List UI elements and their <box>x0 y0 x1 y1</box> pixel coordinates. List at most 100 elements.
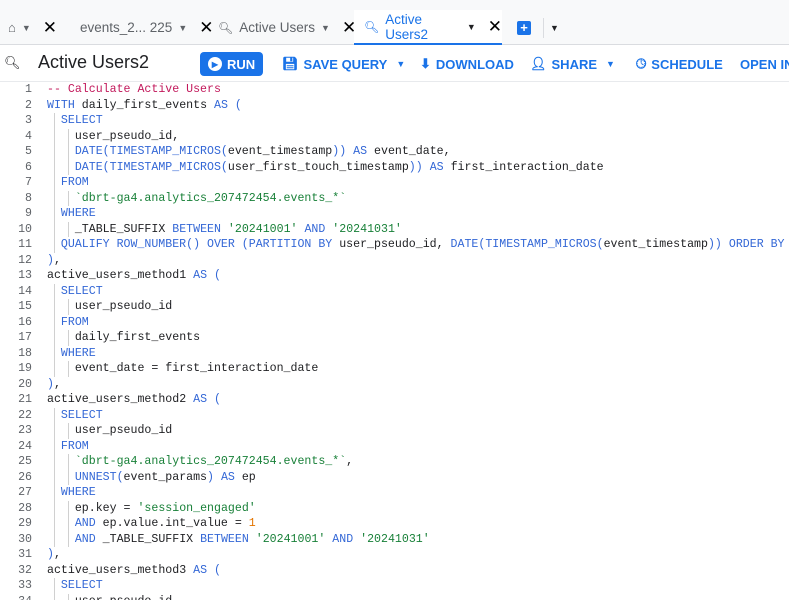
chevron-down-icon[interactable]: ▼ <box>550 23 559 33</box>
identifier-token: user_pseudo_id <box>74 300 173 313</box>
code-text: WITH daily_first_events AS ( <box>47 98 242 114</box>
code-line[interactable]: 14 SELECT <box>0 283 789 299</box>
line-number: 24 <box>18 439 32 453</box>
code-line[interactable]: 20), <box>0 377 789 393</box>
code-line[interactable]: 8 `dbrt-ga4.analytics_207472454.events_*` <box>0 190 789 206</box>
keyword-token: ) <box>207 470 214 484</box>
code-text: ), <box>47 253 61 269</box>
keyword-token: DATE(TIMESTAMP_MICROS( <box>74 160 228 174</box>
code-line[interactable]: 34 user_pseudo_id <box>0 593 789 600</box>
code-line[interactable]: 18 WHERE <box>0 345 789 361</box>
code-line[interactable]: 11 QUALIFY ROW_NUMBER() OVER (PARTITION B… <box>0 237 789 253</box>
line-number: 17 <box>18 331 32 344</box>
code-line[interactable]: 16 FROM <box>0 314 789 330</box>
code-line[interactable]: 26 UNNEST(event_params) AS ep <box>0 469 789 485</box>
line-number: 31 <box>18 548 32 561</box>
code-line[interactable]: 10 _TABLE_SUFFIX BETWEEN '20241001' AND '… <box>0 221 789 237</box>
identifier-token: event_params <box>123 470 208 484</box>
tab-home[interactable]: ⌂ ▼ ✕ <box>8 10 57 45</box>
code-text: SELECT <box>61 113 103 129</box>
code-line[interactable]: 5 DATE(TIMESTAMP_MICROS(event_timestamp))… <box>0 144 789 160</box>
code-line[interactable]: 12), <box>0 253 789 269</box>
indent-guide <box>54 593 55 600</box>
tab-events[interactable]: events_2... 225 ▼ ✕ <box>80 10 214 45</box>
download-button[interactable]: ⬇ DOWNLOAD <box>420 52 514 76</box>
keyword-token: AND <box>304 222 326 236</box>
schedule-button[interactable]: 🕓︎ SCHEDULE <box>636 52 723 76</box>
indent-guide <box>67 423 69 439</box>
identifier-token: active_users_method3 <box>47 563 194 577</box>
code-line[interactable]: 23 user_pseudo_id <box>0 423 789 439</box>
code-line[interactable]: 33 SELECT <box>0 578 789 594</box>
identifier-token: daily_first_events <box>74 331 201 344</box>
chevron-down-icon: ▼ <box>396 59 406 69</box>
code-line[interactable]: 22 SELECT <box>0 407 789 423</box>
keyword-token: AS ( <box>193 563 221 577</box>
code-line[interactable]: 4 user_pseudo_id, <box>0 128 789 144</box>
tab-active-users[interactable]: 🔍︎ Active Users ▼ ✕ <box>218 10 356 45</box>
line-number: 14 <box>18 284 32 298</box>
code-text: active_users_method1 AS ( <box>47 268 221 284</box>
indent-guide <box>67 144 69 160</box>
tab-label: Active Users <box>239 20 316 35</box>
save-query-button[interactable]: 💾︎ SAVE QUERY ▼ <box>282 52 405 76</box>
share-button[interactable]: 👤︎ SHARE ▼ <box>530 52 615 76</box>
save-icon: 💾︎ <box>282 56 299 71</box>
new-tab-button[interactable]: + ▼ <box>517 10 559 45</box>
sql-editor[interactable]: 1 -- Calculate Active Users 2 WITH daily_fi… <box>0 82 789 600</box>
code-line[interactable]: 15 user_pseudo_id <box>0 299 789 315</box>
line-number: 3 <box>25 114 32 127</box>
play-icon: ▶ <box>208 57 222 71</box>
code-line[interactable]: 30 AND _TABLE_SUFFIX BETWEEN '20241001' A… <box>0 531 789 547</box>
close-icon[interactable]: ✕ <box>488 17 502 37</box>
code-line[interactable]: 2 WITH daily_first_events AS ( <box>0 98 789 114</box>
code-line[interactable]: 28 ep.key = 'session_engaged' <box>0 500 789 516</box>
code-line[interactable]: 21 active_users_method2 AS ( <box>0 392 789 408</box>
home-icon: ⌂ <box>8 20 16 35</box>
open-in-button[interactable]: OPEN IN <box>740 52 789 76</box>
code-line[interactable]: 9 WHERE <box>0 206 789 222</box>
chevron-down-icon[interactable]: ▼ <box>178 23 187 33</box>
keyword-token: AND <box>74 517 96 530</box>
chevron-down-icon[interactable]: ▼ <box>321 23 330 33</box>
code-line[interactable]: 27 WHERE <box>0 485 789 501</box>
code-text: WHERE <box>61 206 96 222</box>
code-line[interactable]: 7 FROM <box>0 175 789 191</box>
keyword-token: WHERE <box>60 207 96 220</box>
keyword-token: AS ( <box>193 393 221 406</box>
identifier-token <box>423 161 430 174</box>
keyword-token: AS <box>429 160 444 174</box>
run-label: RUN <box>227 56 256 72</box>
keyword-token: AS <box>220 470 235 484</box>
line-number: 4 <box>25 129 32 143</box>
keyword-token: )) <box>408 160 423 174</box>
code-line[interactable]: 19 event_date = first_interaction_date <box>0 361 789 377</box>
code-text: SELECT <box>61 578 103 594</box>
code-line[interactable]: 24 FROM <box>0 438 789 454</box>
code-line[interactable]: 29 AND ep.value.int_value = 1 <box>0 516 789 532</box>
tab-active-users2[interactable]: 🔍︎ Active Users2 ▼ ✕ <box>354 10 502 45</box>
plus-icon: + <box>517 20 531 35</box>
code-line[interactable]: 6 DATE(TIMESTAMP_MICROS(user_first_touch_… <box>0 159 789 175</box>
chevron-down-icon[interactable]: ▼ <box>467 22 476 32</box>
keyword-token: SELECT <box>60 284 103 298</box>
code-text: active_users_method2 AS ( <box>47 392 221 408</box>
indent-guide <box>54 206 55 222</box>
line-number: 28 <box>18 501 32 515</box>
code-line[interactable]: 25 `dbrt-ga4.analytics_207472454.events_*… <box>0 454 789 470</box>
code-line[interactable]: 1 -- Calculate Active Users <box>0 82 789 98</box>
code-text: WHERE <box>61 485 96 501</box>
close-icon[interactable]: ✕ <box>43 18 57 38</box>
line-number: 13 <box>18 269 32 282</box>
code-line[interactable]: 13 active_users_method1 AS ( <box>0 268 789 284</box>
chevron-down-icon[interactable]: ▼ <box>22 23 31 33</box>
code-line[interactable]: 32 active_users_method3 AS ( <box>0 563 789 579</box>
close-icon[interactable]: ✕ <box>199 18 213 38</box>
code-line[interactable]: 31), <box>0 547 789 563</box>
identifier-token: ep.value.int_value = <box>95 517 249 530</box>
indent-guide <box>54 345 55 361</box>
code-line[interactable]: 3 SELECT <box>0 113 789 129</box>
code-line[interactable]: 17 daily_first_events <box>0 330 789 346</box>
line-number: 12 <box>18 253 32 267</box>
run-button[interactable]: ▶ RUN <box>200 52 264 76</box>
